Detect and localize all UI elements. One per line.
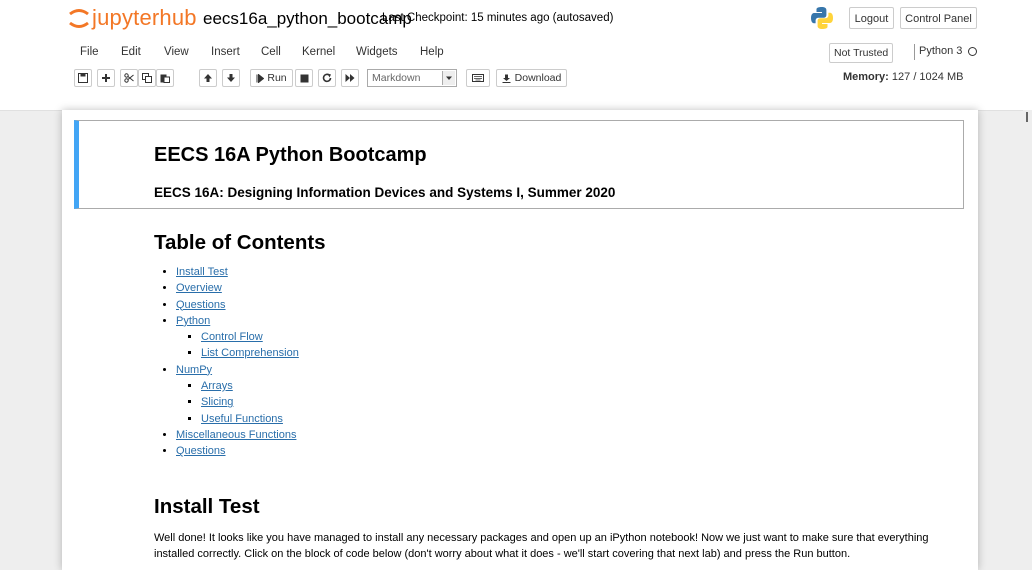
- scrollbar-thumb[interactable]: [1026, 112, 1028, 122]
- menu-file[interactable]: File: [80, 46, 99, 58]
- menu-cell[interactable]: Cell: [261, 46, 281, 58]
- toc-sublink[interactable]: Arrays: [201, 380, 233, 392]
- toc-item: Install Test: [176, 264, 299, 280]
- save-icon: [78, 73, 88, 83]
- page-scrollbar[interactable]: [1023, 110, 1032, 554]
- restart-run-all-button[interactable]: [341, 69, 359, 87]
- notebook-title: EECS 16A Python Bootcamp: [154, 144, 427, 166]
- toc-link[interactable]: Python: [176, 315, 210, 327]
- toc-item: Questions: [176, 297, 299, 313]
- trust-indicator[interactable]: Not Trusted: [829, 43, 894, 63]
- menu-widgets[interactable]: Widgets: [356, 46, 398, 58]
- notebook-container: EECS 16A Python Bootcamp EECS 16A: Desig…: [62, 110, 978, 570]
- toc-sublink[interactable]: Useful Functions: [201, 413, 283, 425]
- menu-view[interactable]: View: [164, 46, 189, 58]
- toc-link[interactable]: Questions: [176, 445, 226, 457]
- toc-list: Install Test Overview Questions Python Contr…: [154, 264, 299, 460]
- paste-button[interactable]: [156, 69, 174, 87]
- restart-icon: [322, 73, 332, 83]
- kernel-name: Python 3: [919, 45, 963, 57]
- restart-button[interactable]: [318, 69, 336, 87]
- toc-subitem: List Comprehension: [201, 345, 299, 361]
- download-button[interactable]: Download: [496, 69, 567, 87]
- cell-type-select[interactable]: Markdown: [367, 69, 457, 87]
- install-test-text: Well done! It looks like you have manage…: [154, 532, 929, 561]
- copy-button[interactable]: [138, 69, 156, 87]
- download-icon: [502, 74, 511, 83]
- toc-item: NumPy Arrays Slicing Useful Functions: [176, 362, 299, 427]
- table-of-contents: Install Test Overview Questions Python Contr…: [154, 264, 299, 460]
- toc-sublist: Control Flow List Comprehension: [176, 329, 299, 362]
- run-button[interactable]: Run: [250, 69, 293, 87]
- control-panel-button[interactable]: Control Panel: [900, 7, 977, 29]
- arrow-up-icon: [204, 74, 212, 82]
- toc-item: Python Control Flow List Comprehension: [176, 313, 299, 362]
- jupyter-logo-icon: [69, 9, 89, 28]
- cut-button[interactable]: [120, 69, 138, 87]
- toc-subitem: Control Flow: [201, 329, 299, 345]
- plus-icon: [102, 74, 110, 82]
- toc-sublink[interactable]: Control Flow: [201, 331, 263, 343]
- menu-insert[interactable]: Insert: [211, 46, 240, 58]
- toc-item: Overview: [176, 280, 299, 296]
- fast-forward-icon: [345, 74, 355, 82]
- copy-icon: [142, 73, 152, 83]
- move-up-button[interactable]: [199, 69, 217, 87]
- arrow-down-icon: [227, 74, 235, 82]
- chevron-down-icon: [442, 71, 455, 85]
- toc-subitem: Useful Functions: [201, 411, 299, 427]
- toc-link[interactable]: Miscellaneous Functions: [176, 429, 296, 441]
- scissors-icon: [124, 73, 134, 83]
- menu-help[interactable]: Help: [420, 46, 444, 58]
- logo-text: jupyterhub: [92, 5, 197, 30]
- python-logo-icon: [811, 7, 833, 29]
- toc-subitem: Arrays: [201, 378, 299, 394]
- top-bar: jupyterhub eecs16a_python_bootcamp Last …: [0, 0, 1032, 38]
- insert-cell-button[interactable]: [97, 69, 115, 87]
- menu-kernel[interactable]: Kernel: [302, 46, 335, 58]
- logout-button[interactable]: Logout: [849, 7, 894, 29]
- move-down-button[interactable]: [222, 69, 240, 87]
- keyboard-icon: [472, 74, 484, 82]
- run-label: Run: [267, 72, 287, 84]
- toc-item: Miscellaneous Functions: [176, 427, 299, 443]
- toc-sublink[interactable]: Slicing: [201, 396, 233, 408]
- toc-sublink[interactable]: List Comprehension: [201, 347, 299, 359]
- toc-subitem: Slicing: [201, 394, 299, 410]
- paste-icon: [160, 74, 170, 83]
- notebook-subtitle: EECS 16A: Designing Information Devices …: [154, 185, 616, 200]
- download-label: Download: [514, 72, 562, 84]
- toc-heading: Table of Contents: [154, 231, 326, 254]
- toc-link[interactable]: Install Test: [176, 266, 228, 278]
- notebook-header: jupyterhub eecs16a_python_bootcamp Last …: [0, 0, 1032, 111]
- checkpoint-status: Last Checkpoint: 15 minutes ago (autosav…: [382, 12, 614, 24]
- toc-link[interactable]: Overview: [176, 282, 222, 294]
- notebook-name[interactable]: eecs16a_python_bootcamp: [203, 9, 412, 29]
- save-button[interactable]: [74, 69, 92, 87]
- toc-sublist: Arrays Slicing Useful Functions: [176, 378, 299, 427]
- toc-link[interactable]: NumPy: [176, 364, 212, 376]
- interrupt-button[interactable]: [295, 69, 313, 87]
- menu-edit[interactable]: Edit: [121, 46, 141, 58]
- kernel-separator: [914, 44, 915, 60]
- command-palette-button[interactable]: [466, 69, 490, 87]
- memory-value: 127 / 1024 MB: [891, 71, 964, 83]
- step-forward-icon: [256, 73, 265, 83]
- memory-label: Memory:: [843, 71, 889, 83]
- jupyterhub-logo[interactable]: jupyterhub: [68, 5, 197, 31]
- toc-link[interactable]: Questions: [176, 299, 226, 311]
- kernel-idle-indicator-icon: [968, 47, 977, 56]
- stop-icon: [300, 74, 308, 82]
- memory-usage: Memory: 127 / 1024 MB: [843, 71, 963, 83]
- toc-item: Questions: [176, 443, 299, 459]
- cell-type-value: Markdown: [372, 72, 421, 84]
- install-test-heading: Install Test: [154, 495, 260, 518]
